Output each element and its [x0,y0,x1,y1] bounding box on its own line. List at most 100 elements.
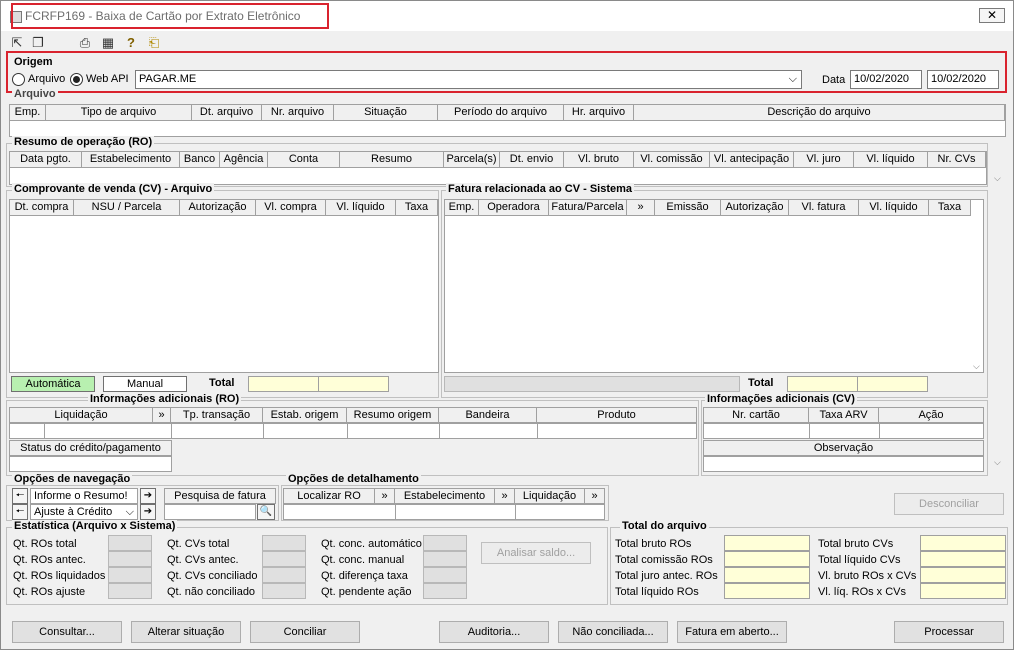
arquivo-table[interactable]: Emp. Tipo de arquivo Dt. arquivo Nr. arq… [9,104,1006,137]
col-bandeira[interactable]: Bandeira [439,407,537,423]
col-f-vl-fatura[interactable]: Vl. fatura [789,200,859,216]
localizar-ro-button[interactable]: Localizar RO [283,488,375,504]
estabelecimento-input[interactable] [395,504,516,520]
search-icon[interactable]: 🔍 [257,504,275,520]
estab-origem-cell[interactable] [263,423,348,439]
col-f-expand[interactable]: » [627,200,655,216]
bandeira-cell[interactable] [439,423,538,439]
alterar-situacao-button[interactable]: Alterar situação [131,621,241,643]
cv-table[interactable]: Dt. compra NSU / Parcela Autorização Vl.… [9,199,439,373]
col-liquidacao[interactable]: Liquidação [9,407,153,423]
col-resumo-origem[interactable]: Resumo origem [347,407,439,423]
taxa-arv-cell[interactable] [809,423,880,439]
col-acao[interactable]: Ação [879,407,984,423]
liquidacao-expand[interactable]: » [585,488,605,504]
col-nr-cvs[interactable]: Nr. CVs [928,152,986,168]
ro-table[interactable]: Data pgto. Estabelecimento Banco Agência… [9,151,987,185]
estabelecimento-expand[interactable]: » [495,488,515,504]
print-icon[interactable]: ⎙ [77,35,93,51]
nav-prev-2-button[interactable]: 🠔 [12,504,28,520]
col-f-operadora[interactable]: Operadora [479,200,549,216]
windows-icon[interactable]: ❐ [30,35,46,51]
info-scroll-down-icon[interactable]: ⌵ [994,457,1001,468]
col-liq-expand[interactable]: » [153,407,171,423]
fatura-scroll-down-icon[interactable]: ⌵ [973,361,980,372]
pesquisa-fatura-input[interactable] [164,504,256,520]
tp-transacao-cell[interactable] [171,423,264,439]
desconciliar-button[interactable]: Desconciliar [894,493,1004,515]
col-emp[interactable]: Emp. [10,105,46,121]
info-ro-table[interactable]: Liquidação » Tp. transação Estab. origem… [9,407,697,441]
liq-cell-1[interactable] [9,423,45,439]
radio-web-api[interactable] [70,73,83,86]
nav-prev-1-button[interactable]: 🠔 [12,488,28,504]
col-dt-envio[interactable]: Dt. envio [500,152,564,168]
liquidacao-button[interactable]: Liquidação [515,488,585,504]
col-vl-comissao[interactable]: Vl. comissão [634,152,710,168]
col-vl-juro[interactable]: Vl. juro [794,152,854,168]
col-tipo[interactable]: Tipo de arquivo [46,105,192,121]
nav-next-2-button[interactable]: ➔ [140,504,156,520]
col-resumo[interactable]: Resumo [340,152,444,168]
col-conta[interactable]: Conta [268,152,340,168]
scroll-down-icon[interactable]: ⌵ [994,173,1001,184]
estabelecimento-button[interactable]: Estabelecimento [395,488,495,504]
col-situacao[interactable]: Situação [334,105,438,121]
processar-button[interactable]: Processar [894,621,1004,643]
col-vl-liquido[interactable]: Vl. líquido [854,152,928,168]
col-f-autorizacao[interactable]: Autorização [721,200,789,216]
date-from-input[interactable]: 10/02/2020 [850,70,922,89]
acao-cell[interactable] [879,423,984,439]
localizar-ro-expand[interactable]: » [375,488,395,504]
liquidacao-input[interactable] [515,504,605,520]
provider-select[interactable]: PAGAR.ME ⌵ [135,70,802,89]
radio-arquivo[interactable] [12,73,25,86]
resumo-origem-cell[interactable] [347,423,440,439]
nr-cartao-cell[interactable] [703,423,810,439]
nao-conciliada-button[interactable]: Não conciliada... [558,621,668,643]
col-autorizacao[interactable]: Autorização [180,200,256,216]
col-vl-antecipacao[interactable]: Vl. antecipação [710,152,794,168]
col-f-vl-liquido[interactable]: Vl. líquido [859,200,929,216]
analisar-saldo-button[interactable]: Analisar saldo... [481,542,591,564]
fatura-em-aberto-button[interactable]: Fatura em aberto... [677,621,787,643]
conciliar-button[interactable]: Conciliar [250,621,360,643]
arrow-in-icon[interactable]: ⇱ [9,35,25,51]
status-credito-cell[interactable] [9,456,172,472]
nav-resumo-field[interactable]: Informe o Resumo! [30,488,138,504]
liq-cell-2[interactable] [44,423,172,439]
nav-ajuste-select[interactable]: Ajuste à Crédito ⌵ [30,504,138,520]
close-button[interactable]: ✕ [979,8,1005,23]
col-nsu[interactable]: NSU / Parcela [74,200,180,216]
col-nr-cartao[interactable]: Nr. cartão [703,407,809,423]
col-produto[interactable]: Produto [537,407,697,423]
date-to-input[interactable]: 10/02/2020 [927,70,999,89]
consultar-button[interactable]: Consultar... [12,621,122,643]
col-f-emp[interactable]: Emp. [445,200,479,216]
col-banco[interactable]: Banco [180,152,220,168]
col-estab-origem[interactable]: Estab. origem [263,407,347,423]
nav-next-1-button[interactable]: ➔ [140,488,156,504]
col-vl-compra[interactable]: Vl. compra [256,200,326,216]
col-taxa[interactable]: Taxa [396,200,438,216]
produto-cell[interactable] [537,423,697,439]
col-taxa-arv[interactable]: Taxa ARV [809,407,879,423]
col-dt-arquivo[interactable]: Dt. arquivo [192,105,262,121]
col-periodo[interactable]: Período do arquivo [438,105,564,121]
auditoria-button[interactable]: Auditoria... [439,621,549,643]
col-nr-arquivo[interactable]: Nr. arquivo [262,105,334,121]
col-descricao[interactable]: Descrição do arquivo [634,105,1005,121]
col-data-pgto[interactable]: Data pgto. [10,152,82,168]
exit-icon[interactable]: ⎗ [146,35,162,51]
col-tp-transacao[interactable]: Tp. transação [171,407,263,423]
fatura-table[interactable]: Emp. Operadora Fatura/Parcela » Emissão … [444,199,984,373]
col-hr-arquivo[interactable]: Hr. arquivo [564,105,634,121]
col-parcelas[interactable]: Parcela(s) [444,152,500,168]
col-f-emissao[interactable]: Emissão [655,200,721,216]
localizar-ro-input[interactable] [283,504,396,520]
col-estab[interactable]: Estabelecimento [82,152,180,168]
observacao-cell[interactable] [703,456,984,472]
calendar-icon[interactable]: ▦ [100,35,116,51]
col-cv-vl-liquido[interactable]: Vl. líquido [326,200,396,216]
col-f-taxa[interactable]: Taxa [929,200,971,216]
